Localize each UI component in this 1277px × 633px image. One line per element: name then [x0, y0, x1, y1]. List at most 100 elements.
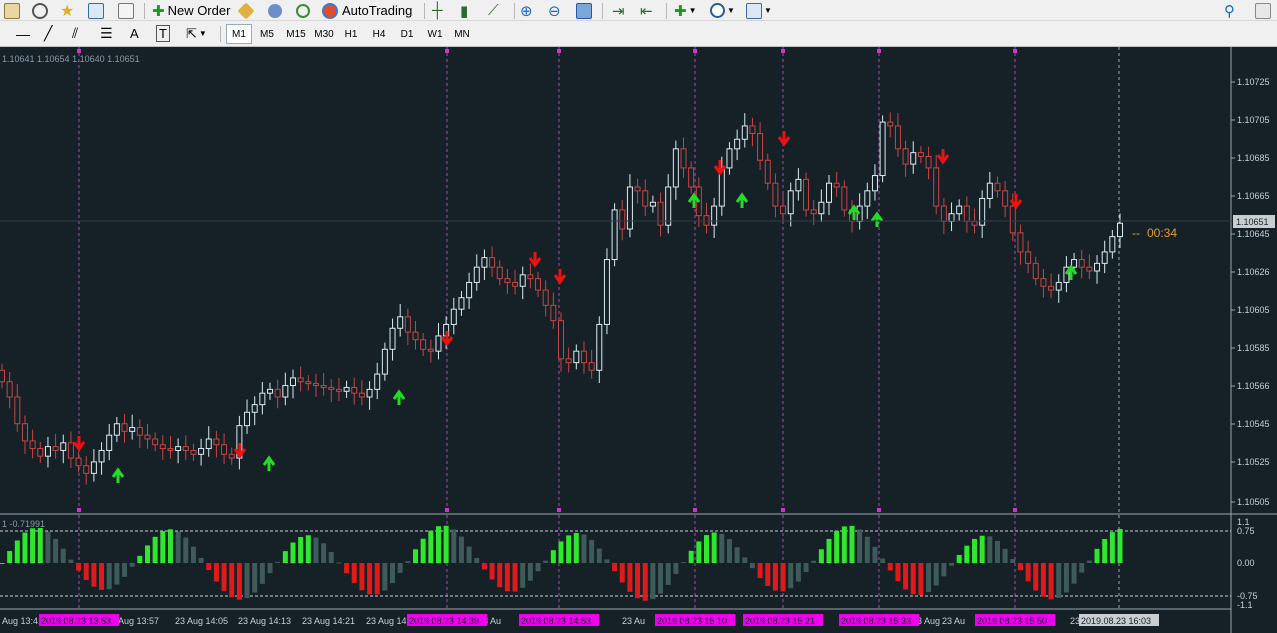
price-label: 1.10605	[1237, 305, 1270, 315]
histogram-bar	[573, 532, 579, 563]
candle-body	[948, 213, 955, 222]
candle-body	[841, 186, 848, 211]
equidistant-channel-icon[interactable]: ⫽	[72, 24, 78, 43]
timeframe-h4-button[interactable]: H4	[366, 24, 392, 44]
chart-window[interactable]: 1.10641 1.10654 1.10640 1.10651 1.10725 1…	[0, 47, 1277, 633]
histogram-bar	[772, 563, 778, 591]
timeframe-w1-button[interactable]: W1	[422, 24, 448, 44]
histogram-bar	[7, 551, 13, 563]
vline-marker	[877, 508, 881, 512]
profiles-icon[interactable]	[32, 1, 48, 20]
histogram-bar	[497, 563, 503, 588]
candle-body	[190, 449, 197, 455]
metaeditor-icon[interactable]	[237, 1, 255, 20]
cursor-line-icon[interactable]: —	[16, 24, 30, 43]
candle-body	[274, 388, 281, 398]
text-icon[interactable]: A	[130, 24, 139, 43]
candle-body	[1094, 262, 1101, 272]
trendline-icon[interactable]: ╱	[44, 24, 52, 43]
timeframe-h1-button[interactable]: H1	[338, 24, 364, 44]
histogram-bar	[581, 534, 587, 563]
candle-body	[504, 278, 511, 283]
histogram-bar	[359, 563, 365, 591]
histogram-bar	[351, 563, 357, 583]
candle-body	[473, 266, 480, 283]
new-chart-icon[interactable]	[4, 1, 20, 20]
timeframe-m15-button[interactable]: M15	[282, 24, 310, 44]
candle-body	[358, 392, 365, 398]
vline-marker	[781, 508, 785, 512]
candle-body	[558, 320, 564, 360]
histogram-bar	[696, 541, 702, 563]
autotrading-label: AutoTrading	[342, 3, 413, 18]
favorites-icon[interactable]: ★	[60, 1, 74, 20]
periods-icon[interactable]: ▼	[710, 1, 735, 20]
candle-body	[420, 339, 427, 350]
histogram-bar	[994, 540, 1000, 563]
indicators-icon[interactable]: ✚ ▼	[674, 1, 697, 20]
search-icon[interactable]: ⚲	[1224, 1, 1235, 20]
histogram-bar	[1063, 563, 1069, 593]
autoscroll-icon[interactable]: ⇤	[640, 1, 653, 20]
zoom-out-icon[interactable]: ⊖	[548, 1, 561, 20]
timeframe-mn-button[interactable]: MN	[450, 24, 474, 44]
candle-body	[213, 438, 220, 446]
chart-shift-icon[interactable]: ⇥	[612, 1, 625, 20]
autotrading-button[interactable]: AutoTrading	[322, 1, 412, 20]
histogram-bar	[1094, 548, 1100, 563]
bar-chart-icon[interactable]: ┼	[432, 1, 443, 20]
histogram-bar	[972, 538, 978, 563]
histogram-bar	[267, 563, 273, 574]
candle-body	[481, 257, 488, 268]
candle-body	[925, 155, 932, 169]
candle-body	[389, 327, 396, 350]
text-label-icon[interactable]: T	[156, 24, 170, 43]
new-order-button[interactable]: ✚ New Order	[152, 1, 230, 20]
candle-body	[642, 190, 649, 207]
fibonacci-icon[interactable]: ☰	[100, 24, 113, 43]
templates-icon[interactable]: ▼	[746, 1, 772, 20]
time-highlight-label: 2019.08.23 15:10	[657, 616, 727, 626]
timeframe-d1-button[interactable]: D1	[394, 24, 420, 44]
histogram-bar	[780, 563, 786, 592]
candle-body	[665, 186, 672, 226]
data-window-icon[interactable]	[118, 1, 134, 20]
price-label: 1.10626	[1237, 267, 1270, 277]
arrows-icon[interactable]: ⇱ ▼	[186, 24, 207, 43]
histogram-bar	[99, 563, 105, 590]
candle-body	[741, 125, 748, 140]
histogram-bar	[167, 529, 173, 563]
market-watch-icon[interactable]	[88, 1, 104, 20]
candle-body	[90, 461, 97, 474]
histogram-bar	[887, 563, 893, 571]
histogram-bar	[22, 532, 28, 563]
candle-body	[328, 386, 335, 390]
candle-body	[963, 205, 970, 222]
community-icon[interactable]	[1255, 1, 1271, 20]
timeframe-m1-button[interactable]: M1	[226, 24, 252, 44]
line-chart-icon[interactable]: ⟋	[488, 1, 499, 20]
tile-windows-icon[interactable]	[576, 1, 592, 20]
histogram-bar	[451, 529, 457, 563]
candle-body	[833, 182, 840, 188]
candle-body	[335, 388, 342, 392]
histogram-bar	[129, 563, 135, 567]
histogram-bar	[76, 563, 82, 571]
candle-body	[152, 438, 159, 446]
histogram-bar	[328, 552, 334, 563]
histogram-bar	[681, 562, 687, 564]
histogram-bar	[206, 563, 212, 571]
market-icon[interactable]	[296, 1, 310, 20]
price-label: 1.10705	[1237, 115, 1270, 125]
time-highlight-label: 2019.08.23 13:53	[41, 616, 111, 626]
candle-body	[726, 148, 733, 169]
histogram-bar	[1079, 563, 1085, 573]
candle-body	[887, 121, 894, 127]
zoom-in-icon[interactable]: ⊕	[520, 1, 533, 20]
timeframe-m5-button[interactable]: M5	[254, 24, 280, 44]
candlestick-icon[interactable]: ▮	[460, 1, 468, 20]
signals-icon[interactable]	[268, 1, 282, 20]
histogram-bar	[1025, 563, 1031, 582]
histogram-bar	[83, 563, 89, 580]
timeframe-m30-button[interactable]: M30	[310, 24, 338, 44]
